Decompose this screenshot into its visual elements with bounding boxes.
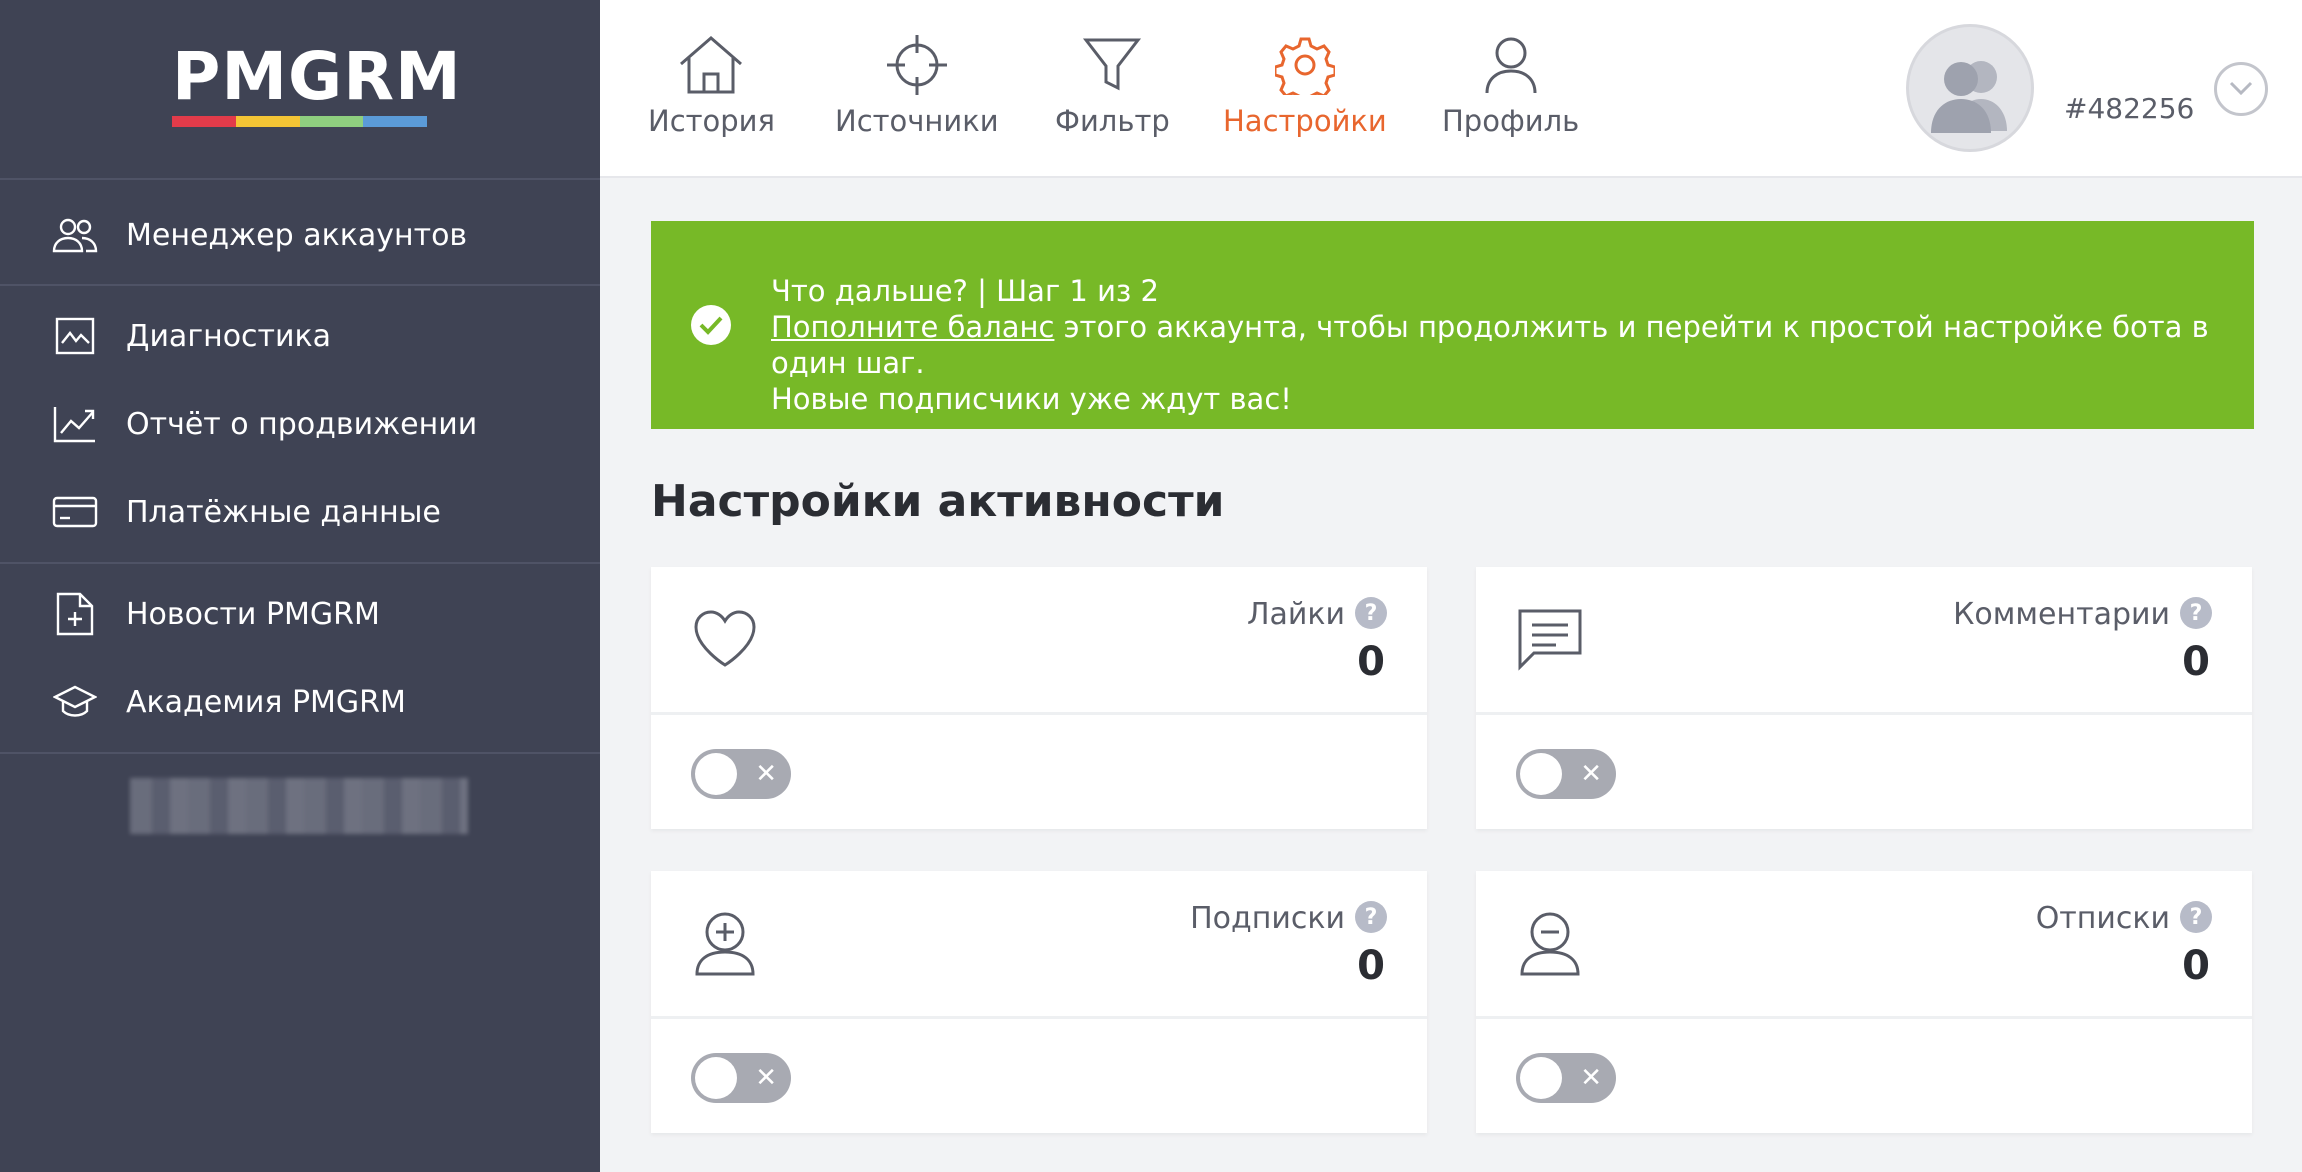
next-step-banner: Что дальше? | Шаг 1 из 2 Пополните балан… <box>651 221 2254 429</box>
users-icon <box>1931 61 2007 133</box>
page-title: Настройки активности <box>651 476 1225 527</box>
toggle-knob <box>1520 753 1562 795</box>
card-title: Подписки <box>1190 901 1345 936</box>
user-plus-icon <box>689 907 761 979</box>
chevron-down-icon <box>2229 80 2253 99</box>
credit-card-icon <box>52 492 98 532</box>
tab-label: Фильтр <box>1055 104 1170 138</box>
activity-card-likes: Лайки ? 0 ✕ <box>651 567 1427 829</box>
tab-label: Профиль <box>1442 104 1580 138</box>
logo-text: PMGRM <box>172 38 462 115</box>
comments-toggle[interactable]: ✕ <box>1516 749 1616 799</box>
sidebar-item-label: Менеджер аккаунтов <box>126 217 468 253</box>
card-title: Лайки <box>1246 597 1345 632</box>
sidebar-item-label: Платёжные данные <box>126 494 441 530</box>
home-icon <box>676 32 746 98</box>
close-icon: ✕ <box>755 1063 777 1093</box>
toggle-knob <box>1520 1057 1562 1099</box>
account-dropdown-button[interactable] <box>2214 62 2268 116</box>
activity-card-unfollows: Отписки ? 0 ✕ <box>1476 871 2252 1133</box>
help-icon[interactable]: ? <box>1355 597 1387 629</box>
banner-text: Что дальше? | Шаг 1 из 2 Пополните балан… <box>771 273 2231 417</box>
help-icon[interactable]: ? <box>2180 901 2212 933</box>
trend-icon <box>52 404 98 444</box>
banner-message: Пополните баланс этого аккаунта, чтобы п… <box>771 309 2231 381</box>
follows-toggle[interactable]: ✕ <box>691 1053 791 1103</box>
banner-subscribers-note: Новые подписчики уже ждут вас! <box>771 382 1292 416</box>
blurred-account-info <box>130 778 468 834</box>
graduation-cap-icon <box>52 682 98 722</box>
sidebar-divider <box>0 752 600 754</box>
top-navigation: История Источники Фильтр Настройки Профи… <box>600 0 2302 178</box>
sidebar-item-label: Академия PMGRM <box>126 684 406 720</box>
help-icon[interactable]: ? <box>1355 901 1387 933</box>
tab-filter[interactable]: Фильтр <box>1055 32 1170 152</box>
close-icon: ✕ <box>755 759 777 789</box>
activity-card-comments: Комментарии ? 0 ✕ <box>1476 567 2252 829</box>
card-value: 0 <box>2182 639 2210 685</box>
toggle-knob <box>695 753 737 795</box>
tab-profile[interactable]: Профиль <box>1442 32 1579 152</box>
tab-label: История <box>648 104 775 138</box>
activity-card-follows: Подписки ? 0 ✕ <box>651 871 1427 1133</box>
card-value: 0 <box>1357 639 1385 685</box>
close-icon: ✕ <box>1580 759 1602 789</box>
tab-label: Источники <box>835 104 999 138</box>
sidebar-divider <box>0 562 600 564</box>
news-add-icon <box>52 592 98 636</box>
tab-sources[interactable]: Источники <box>835 32 999 152</box>
likes-toggle[interactable]: ✕ <box>691 749 791 799</box>
sidebar-item-label: Отчёт о продвижении <box>126 406 478 442</box>
user-minus-icon <box>1514 907 1586 979</box>
card-title: Комментарии <box>1953 597 2170 632</box>
check-circle-icon <box>691 305 731 345</box>
crosshair-icon <box>882 32 952 98</box>
logo-color-bar <box>172 116 427 127</box>
tab-settings[interactable]: Настройки <box>1223 32 1387 152</box>
sidebar-divider <box>0 178 600 180</box>
brand-logo[interactable]: PMGRM <box>172 38 462 130</box>
sidebar-item-label: Диагностика <box>126 318 332 354</box>
sidebar-item-diagnostics[interactable]: Диагностика <box>0 296 600 376</box>
user-id: #482256 <box>2064 92 2195 125</box>
banner-step-title: Что дальше? | Шаг 1 из 2 <box>771 274 1160 308</box>
avatar[interactable] <box>1906 24 2034 152</box>
sidebar-divider <box>0 284 600 286</box>
sidebar-item-news[interactable]: Новости PMGRM <box>0 574 600 654</box>
sidebar-item-label: Новости PMGRM <box>126 596 380 632</box>
toggle-knob <box>695 1057 737 1099</box>
comment-icon <box>1514 603 1586 675</box>
card-value: 0 <box>1357 943 1385 989</box>
tab-label: Настройки <box>1223 104 1387 138</box>
gear-icon <box>1270 32 1340 98</box>
sidebar-item-promotion-report[interactable]: Отчёт о продвижении <box>0 384 600 464</box>
card-title: Отписки <box>2035 901 2170 936</box>
users-icon <box>52 215 98 255</box>
help-icon[interactable]: ? <box>2180 597 2212 629</box>
sidebar-item-account-manager[interactable]: Менеджер аккаунтов <box>0 195 600 275</box>
card-value: 0 <box>2182 943 2210 989</box>
filter-icon <box>1077 32 1147 98</box>
sidebar-item-payment-data[interactable]: Платёжные данные <box>0 472 600 552</box>
close-icon: ✕ <box>1580 1063 1602 1093</box>
chart-box-icon <box>52 316 98 356</box>
top-up-balance-link[interactable]: Пополните баланс <box>771 310 1054 344</box>
heart-icon <box>689 603 761 675</box>
sidebar: PMGRM Менеджер аккаунтов Диагностика Отч… <box>0 0 600 1172</box>
tab-history[interactable]: История <box>648 32 775 152</box>
sidebar-item-academy[interactable]: Академия PMGRM <box>0 662 600 742</box>
unfollows-toggle[interactable]: ✕ <box>1516 1053 1616 1103</box>
user-icon <box>1476 32 1546 98</box>
